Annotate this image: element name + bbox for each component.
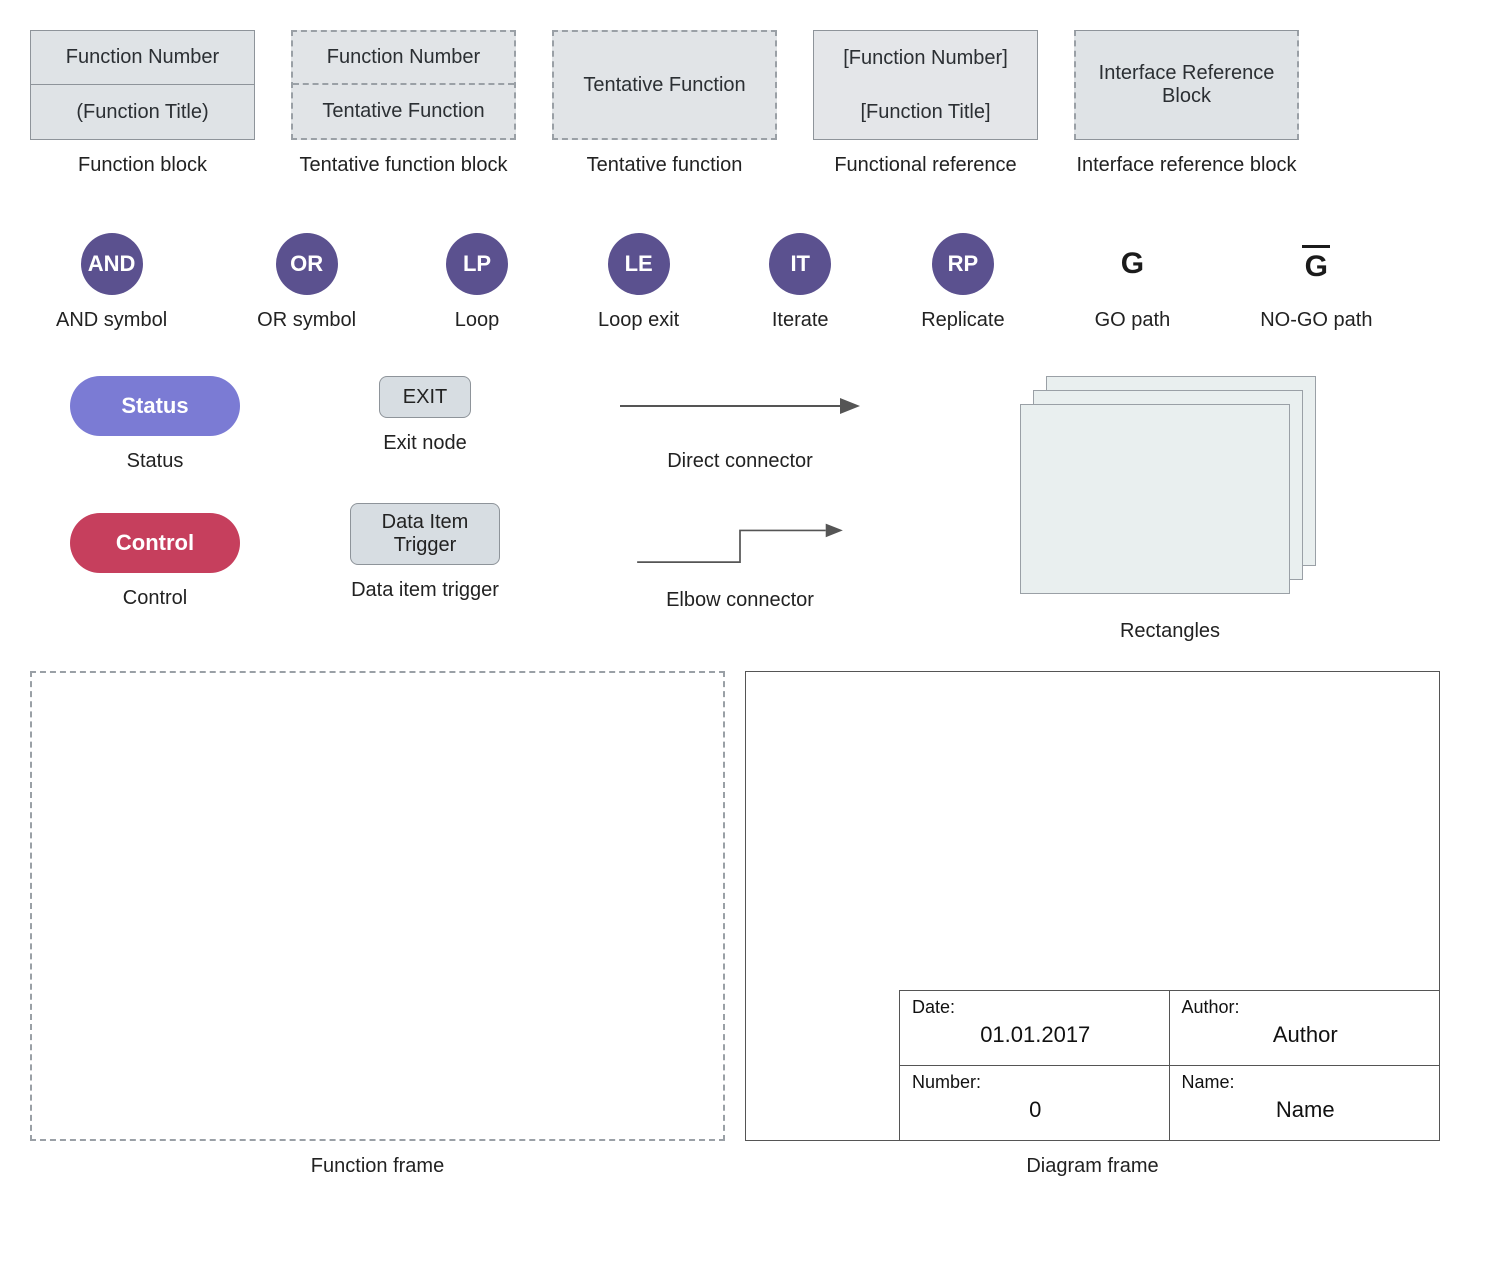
rectangles-icon	[1020, 376, 1320, 606]
go-path-icon: G	[1121, 233, 1144, 295]
diagram-frame-box: Date: 01.01.2017 Author: Author Number: …	[745, 671, 1440, 1141]
row-frames: Function frame Date: 01.01.2017 Author: …	[30, 671, 1470, 1178]
diagram-frame-number-cell: Number: 0	[900, 1066, 1170, 1141]
row-blocks: Function Number (Function Title) Functio…	[30, 30, 1470, 177]
data-item-trigger[interactable]: Data Item Trigger Data item trigger	[350, 503, 500, 602]
diagram-frame-name-cell: Name: Name	[1170, 1066, 1440, 1141]
caption: Tentative function	[587, 154, 743, 177]
caption: GO path	[1095, 309, 1171, 332]
no-go-path-icon: G	[1302, 233, 1330, 295]
caption: Iterate	[772, 309, 829, 332]
caption: OR symbol	[257, 309, 356, 332]
connectors-col: Direct connector Elbow connector	[610, 376, 870, 612]
tentative-function[interactable]: Tentative Function Tentative function	[552, 30, 777, 177]
caption: Interface reference block	[1076, 154, 1296, 177]
number-value: 0	[912, 1097, 1159, 1123]
function-frame-box	[30, 671, 725, 1141]
functional-reference-bot: [Function Title]	[814, 85, 1037, 139]
interface-reference-box: Interface Reference Block	[1074, 30, 1299, 140]
caption: Exit node	[383, 432, 466, 455]
diagram-frame[interactable]: Date: 01.01.2017 Author: Author Number: …	[745, 671, 1440, 1178]
date-value: 01.01.2017	[912, 1022, 1159, 1048]
tentative-function-block[interactable]: Function Number Tentative Function Tenta…	[291, 30, 516, 177]
diagram-frame-date-cell: Date: 01.01.2017	[900, 991, 1170, 1066]
interface-reference-text: Interface Reference Block	[1086, 62, 1287, 108]
caption: Direct connector	[667, 450, 813, 473]
tentative-function-block-box: Function Number Tentative Function	[291, 30, 516, 140]
functional-reference[interactable]: [Function Number] [Function Title] Funct…	[813, 30, 1038, 177]
iterate-symbol[interactable]: IT Iterate	[769, 233, 831, 332]
caption: Function block	[78, 154, 207, 177]
or-symbol[interactable]: OR OR symbol	[257, 233, 356, 332]
caption: Status	[127, 450, 184, 473]
caption: AND symbol	[56, 309, 167, 332]
go-path[interactable]: G GO path	[1095, 233, 1171, 332]
elbow-connector[interactable]: Elbow connector	[610, 515, 870, 612]
caption: NO-GO path	[1260, 309, 1372, 332]
diagram-frame-author-cell: Author: Author	[1170, 991, 1440, 1066]
name-label: Name:	[1182, 1072, 1430, 1093]
tentative-function-text: Tentative Function	[583, 74, 745, 97]
interface-reference-block[interactable]: Interface Reference Block Interface refe…	[1074, 30, 1299, 177]
row-symbols: AND AND symbol OR OR symbol LP Loop LE L…	[30, 233, 1470, 332]
caption: Loop exit	[598, 309, 679, 332]
author-label: Author:	[1182, 997, 1430, 1018]
caption: Control	[123, 587, 187, 610]
status-node[interactable]: Status Status	[70, 376, 240, 473]
loop-symbol[interactable]: LP Loop	[446, 233, 508, 332]
function-block[interactable]: Function Number (Function Title) Functio…	[30, 30, 255, 177]
rp-circle-icon: RP	[932, 233, 994, 295]
date-label: Date:	[912, 997, 1159, 1018]
exit-dit-col: EXIT Exit node Data Item Trigger Data it…	[350, 376, 500, 602]
lp-circle-icon: LP	[446, 233, 508, 295]
caption: Tentative function block	[300, 154, 508, 177]
function-block-top: Function Number	[31, 31, 254, 85]
functional-reference-box: [Function Number] [Function Title]	[813, 30, 1038, 140]
direct-arrow-icon	[610, 376, 870, 436]
author-value: Author	[1182, 1022, 1430, 1048]
dit-button: Data Item Trigger	[350, 503, 500, 565]
number-label: Number:	[912, 1072, 1159, 1093]
function-block-bot: (Function Title)	[31, 85, 254, 139]
overline-icon	[1302, 245, 1330, 248]
control-pill: Control	[70, 513, 240, 573]
go-letter: G	[1121, 247, 1144, 281]
le-circle-icon: LE	[608, 233, 670, 295]
tentative-function-block-top: Function Number	[293, 32, 514, 85]
functional-reference-top: [Function Number]	[814, 31, 1037, 85]
status-control-col: Status Status Control Control	[70, 376, 240, 610]
no-go-path[interactable]: G NO-GO path	[1260, 233, 1372, 332]
caption: Rectangles	[1120, 620, 1220, 643]
tentative-function-box: Tentative Function	[552, 30, 777, 140]
name-value: Name	[1182, 1097, 1430, 1123]
and-circle-icon: AND	[81, 233, 143, 295]
diagram-frame-grid: Date: 01.01.2017 Author: Author Number: …	[899, 990, 1439, 1140]
tentative-function-block-bot: Tentative Function	[293, 85, 514, 138]
caption: Replicate	[921, 309, 1004, 332]
caption: Loop	[455, 309, 500, 332]
function-block-box: Function Number (Function Title)	[30, 30, 255, 140]
caption: Diagram frame	[1026, 1155, 1158, 1178]
it-circle-icon: IT	[769, 233, 831, 295]
caption: Functional reference	[834, 154, 1016, 177]
nogo-letter: G	[1305, 250, 1328, 284]
exit-node[interactable]: EXIT Exit node	[379, 376, 471, 455]
replicate-symbol[interactable]: RP Replicate	[921, 233, 1004, 332]
and-symbol[interactable]: AND AND symbol	[56, 233, 167, 332]
row-misc: Status Status Control Control EXIT Exit …	[30, 376, 1470, 643]
caption: Function frame	[311, 1155, 444, 1178]
rectangles[interactable]: Rectangles	[1020, 376, 1320, 643]
direct-connector[interactable]: Direct connector	[610, 376, 870, 473]
caption: Data item trigger	[351, 579, 499, 602]
status-pill: Status	[70, 376, 240, 436]
control-node[interactable]: Control Control	[70, 513, 240, 610]
loop-exit-symbol[interactable]: LE Loop exit	[598, 233, 679, 332]
elbow-arrow-icon	[610, 515, 870, 575]
caption: Elbow connector	[666, 589, 814, 612]
exit-button: EXIT	[379, 376, 471, 418]
function-frame[interactable]: Function frame	[30, 671, 725, 1178]
or-circle-icon: OR	[276, 233, 338, 295]
